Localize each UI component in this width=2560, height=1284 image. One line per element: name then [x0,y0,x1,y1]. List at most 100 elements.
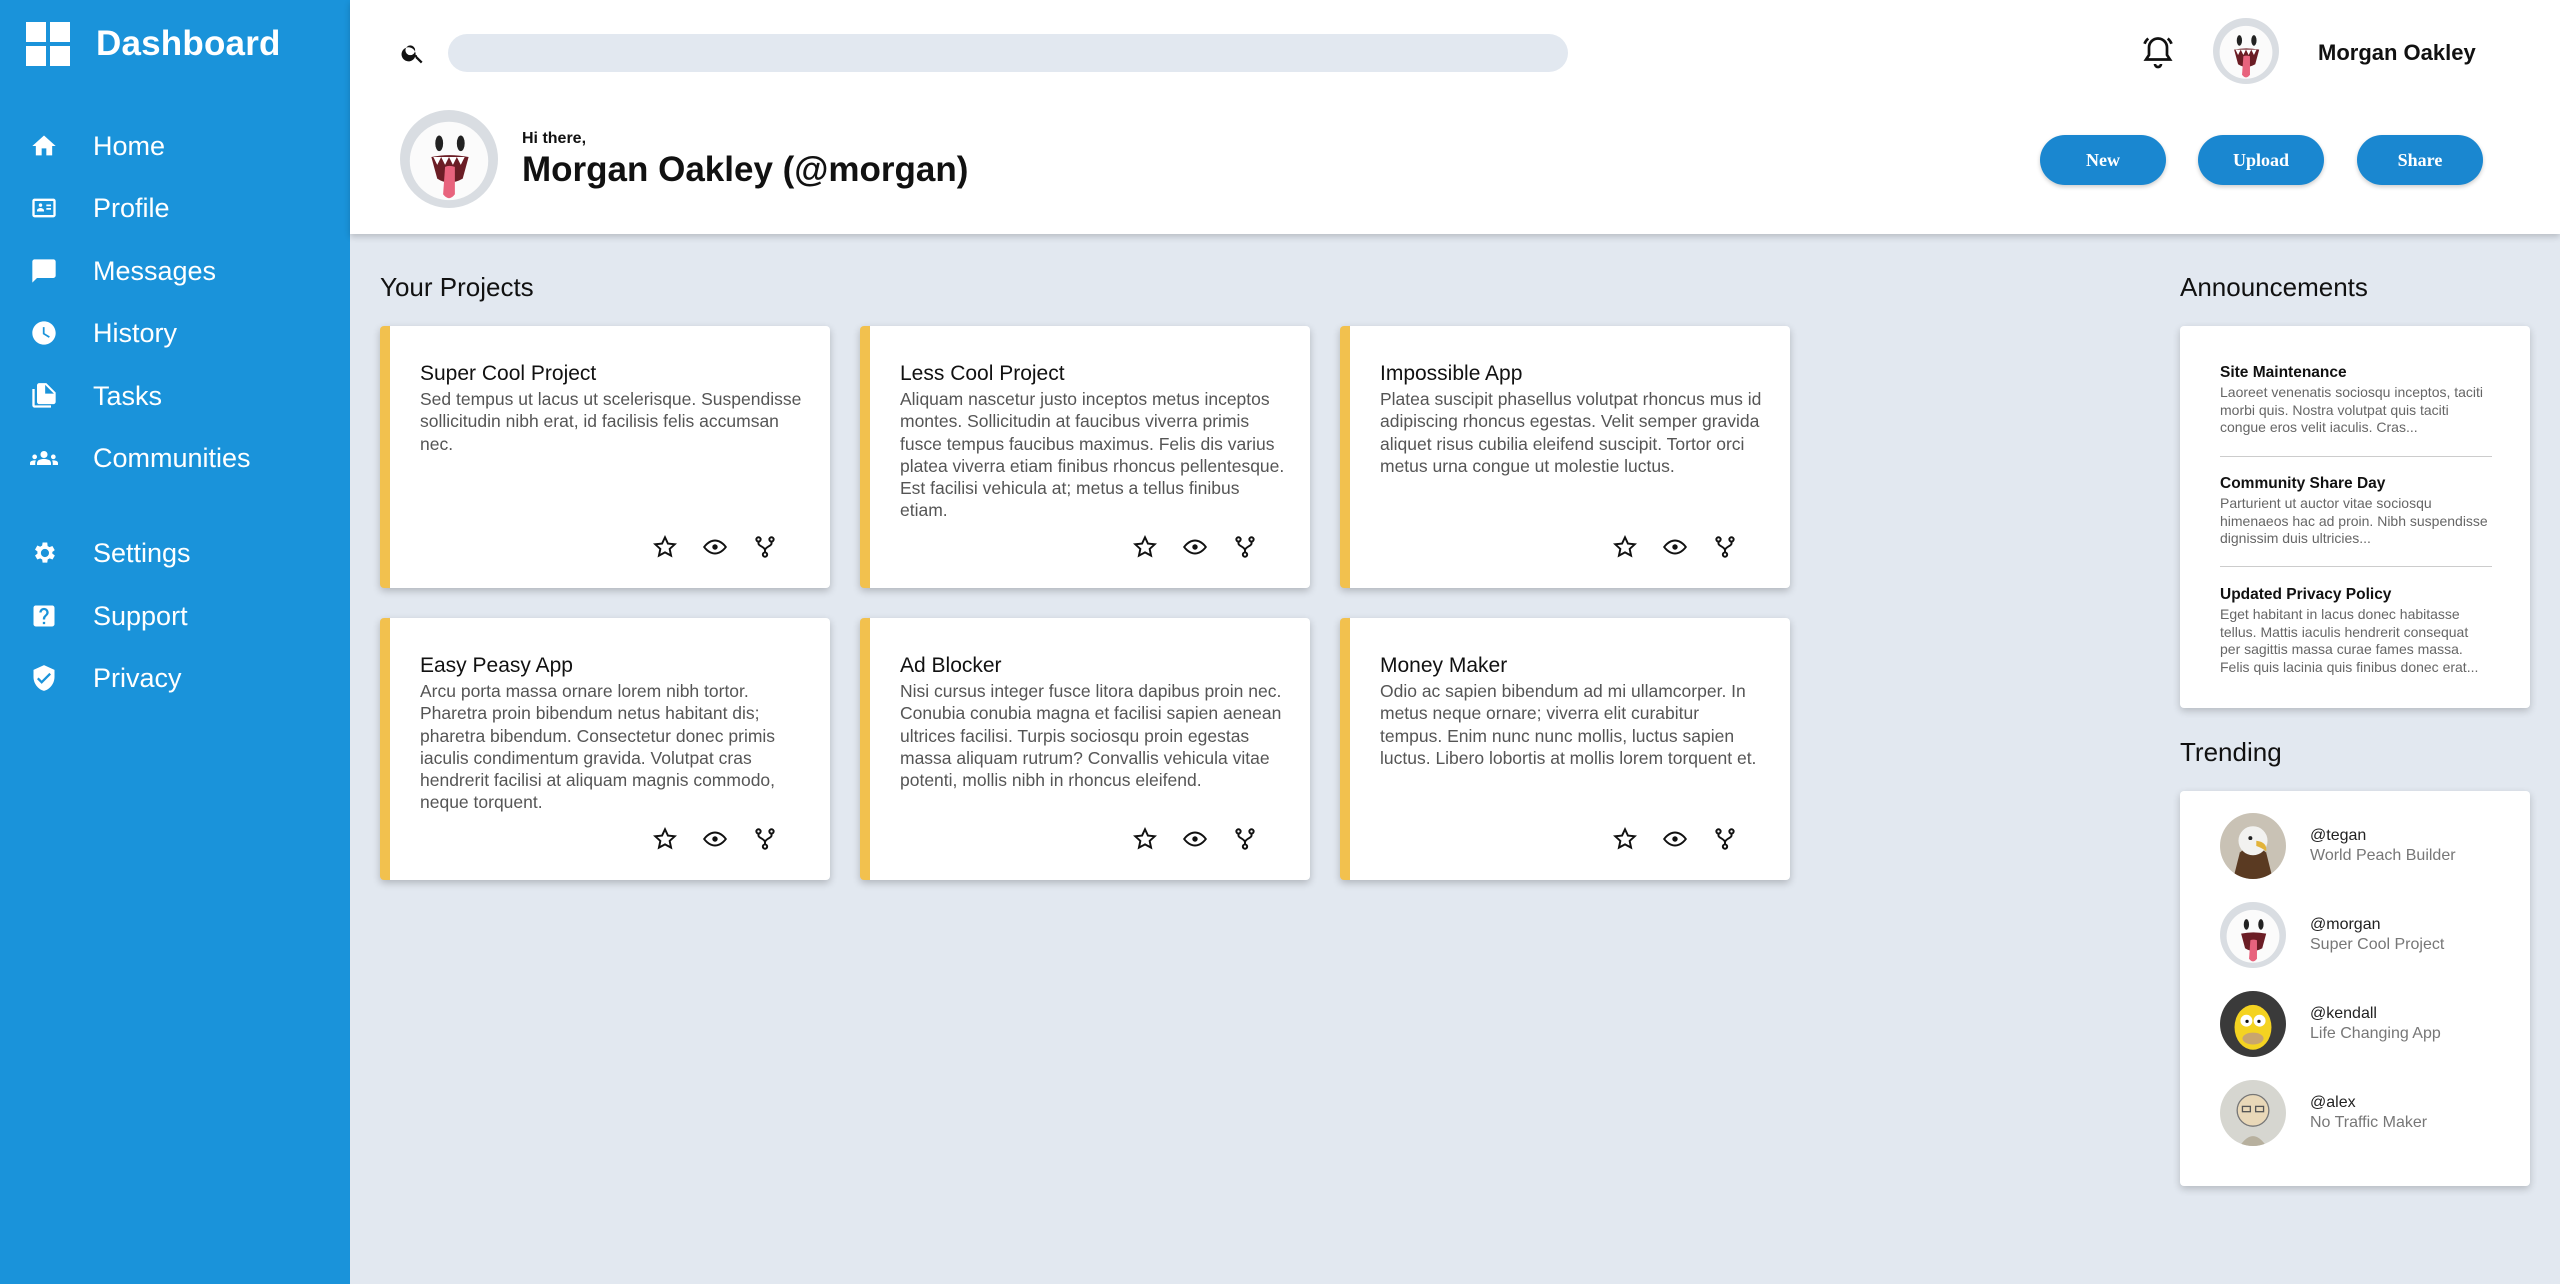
sidebar-item-communities[interactable]: Communities [30,438,251,478]
project-description: Arcu porta massa ornare lorem nibh torto… [420,681,776,813]
sidebar-item-messages[interactable]: Messages [30,251,216,291]
announcement-item[interactable]: Site Maintenance Laoreet venenatis socio… [2220,364,2492,437]
announcement-item[interactable]: Updated Privacy Policy Eget habitant in … [2220,586,2492,676]
avatar [2220,991,2286,1057]
watch-icon[interactable] [1182,534,1208,560]
trending-panel: @tegan World Peach Builder @morgan Super… [2180,791,2530,1186]
fork-icon[interactable] [1232,534,1258,560]
announcement-title[interactable]: Updated Privacy Policy [2220,586,2492,604]
watch-icon[interactable] [702,534,728,560]
star-icon[interactable] [652,534,678,560]
fork-icon[interactable] [1712,826,1738,852]
sidebar-item-home[interactable]: Home [30,126,165,166]
project-card[interactable]: Super Cool Project Sed tempus ut lacus u… [380,326,830,588]
trending-handle[interactable]: @alex [2310,1094,2427,1112]
greeting: Hi there, [522,130,587,147]
project-title[interactable]: Money Maker [1380,654,1507,678]
trending-item[interactable]: @kendall Life Changing App [2220,991,2441,1057]
star-icon[interactable] [1612,826,1638,852]
announcement-title[interactable]: Community Share Day [2220,475,2492,493]
dashboard-icon [26,22,70,66]
upload-button[interactable]: Upload [2198,135,2324,185]
project-card[interactable]: Impossible App Platea suscipit phasellus… [1340,326,1790,588]
project-description: Nisi cursus integer fusce litora dapibus… [900,681,1282,791]
project-description: Platea suscipit phasellus volutpat rhonc… [1380,389,1762,476]
trending-handle[interactable]: @morgan [2310,916,2444,934]
fork-icon[interactable] [752,534,778,560]
divider [2220,566,2492,567]
header-user-name[interactable]: Morgan Oakley [2318,40,2476,66]
project-description: Aliquam nascetur justo inceptos metus in… [900,389,1285,521]
projects-title: Your Projects [380,272,534,302]
announcement-title[interactable]: Site Maintenance [2220,364,2492,382]
sidebar-item-tasks[interactable]: Tasks [30,376,162,416]
announcement-item[interactable]: Community Share Day Parturient ut auctor… [2220,475,2492,548]
trending-item[interactable]: @tegan World Peach Builder [2220,813,2456,879]
cartoon-avatar-image [2220,991,2286,1057]
project-card[interactable]: Easy Peasy App Arcu porta massa ornare l… [380,618,830,880]
trending-handle[interactable]: @kendall [2310,1005,2441,1023]
sidebar-item-label: Messages [93,255,217,286]
announcement-body: Laoreet venenatis sociosqu inceptos, tac… [2220,384,2484,435]
ghost-avatar-image [2213,18,2279,84]
fork-icon[interactable] [1712,534,1738,560]
watch-icon[interactable] [1662,826,1688,852]
trending-handle[interactable]: @tegan [2310,827,2456,845]
trending-description: World Peach Builder [2310,847,2456,864]
sidebar-item-privacy[interactable]: Privacy [30,658,182,698]
star-icon[interactable] [1132,534,1158,560]
project-title[interactable]: Impossible App [1380,362,1522,386]
trending-item[interactable]: @alex No Traffic Maker [2220,1080,2427,1146]
announcement-body: Parturient ut auctor vitae sociosqu hime… [2220,495,2488,546]
id-card-icon [32,198,56,218]
trending-item[interactable]: @morgan Super Cool Project [2220,902,2444,968]
sidebar-item-label: Profile [93,192,170,223]
message-icon [32,259,56,283]
header: Morgan Oakley Hi there, Morgan Oakley (@… [350,0,2560,234]
fork-icon[interactable] [1232,826,1258,852]
star-icon[interactable] [652,826,678,852]
fork-icon[interactable] [752,826,778,852]
profile-avatar [400,110,498,208]
project-card[interactable]: Money Maker Odio ac sapien bibendum ad m… [1340,618,1790,880]
star-icon[interactable] [1612,534,1638,560]
brand[interactable]: Dashboard [26,22,281,66]
group-icon [30,451,58,465]
ghost-avatar-image [2220,902,2286,968]
divider [2220,456,2492,457]
clock-icon [32,321,56,345]
sidebar-item-support[interactable]: Support [30,596,188,636]
star-icon[interactable] [1132,826,1158,852]
new-button[interactable]: New [2040,135,2166,185]
sketch-avatar-image [2220,1080,2286,1146]
trending-description: Life Changing App [2310,1025,2441,1042]
project-title[interactable]: Ad Blocker [900,654,1002,678]
share-button[interactable]: Share [2357,135,2483,185]
brand-title: Dashboard [96,24,281,63]
project-title[interactable]: Easy Peasy App [420,654,573,678]
watch-icon[interactable] [702,826,728,852]
search-icon[interactable] [400,40,426,66]
shield-icon [33,665,55,691]
sidebar-item-profile[interactable]: Profile [30,188,170,228]
announcements-panel: Site Maintenance Laoreet venenatis socio… [2180,326,2530,708]
sidebar-item-label: Home [93,130,166,161]
project-card[interactable]: Less Cool Project Aliquam nascetur justo… [860,326,1310,588]
project-title[interactable]: Less Cool Project [900,362,1065,386]
sidebar-item-history[interactable]: History [30,313,177,353]
help-icon [33,605,55,627]
avatar[interactable] [2213,18,2279,84]
profile-full-name: Morgan Oakley (@morgan) [522,150,969,189]
project-title[interactable]: Super Cool Project [420,362,596,386]
watch-icon[interactable] [1182,826,1208,852]
home-icon [32,135,56,156]
sidebar-item-label: Communities [93,442,251,473]
watch-icon[interactable] [1662,534,1688,560]
project-card[interactable]: Ad Blocker Nisi cursus integer fusce lit… [860,618,1310,880]
search-input[interactable] [448,34,1568,72]
sidebar-item-settings[interactable]: Settings [30,533,191,573]
avatar [2220,902,2286,968]
sidebar-item-label: Tasks [93,380,163,411]
bell-icon[interactable] [2140,34,2176,70]
announcements-title: Announcements [2180,272,2368,302]
